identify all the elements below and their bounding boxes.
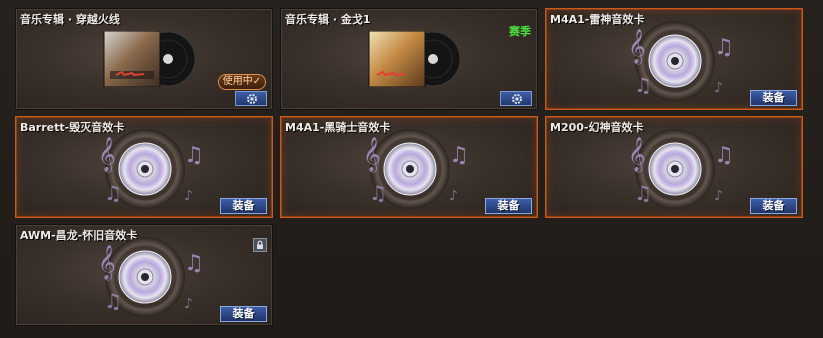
season-badge: 赛季 [509,25,531,38]
gear-icon [247,94,257,104]
music-disc-icon [626,20,736,102]
music-disc-icon [96,128,206,210]
album-cover-art [368,31,461,87]
music-disc-icon [361,128,471,210]
settings-button[interactable] [235,91,267,106]
sound-card-grid: 音乐专辑 · 穿越火线 使用中✓ 音乐专辑 · 金戈1 赛季 M4A1-雷神音效… [0,0,823,338]
card-title: 音乐专辑 · 穿越火线 [20,13,120,26]
settings-button[interactable] [500,91,532,106]
album-cover-art [103,31,196,87]
equip-button[interactable]: 装备 [750,90,797,106]
album-card-chuanyue[interactable]: 音乐专辑 · 穿越火线 使用中✓ [15,8,273,110]
equip-button[interactable]: 装备 [220,198,267,214]
music-disc-icon [626,128,736,210]
in-use-badge: 使用中✓ [218,74,266,90]
sound-card-m200-huanshen[interactable]: M200-幻神音效卡 装备 [545,116,803,218]
sound-card-m4a1-leishen[interactable]: M4A1-雷神音效卡 装备 [545,8,803,110]
gear-icon [512,94,522,104]
equip-button[interactable]: 装备 [220,306,267,322]
album-card-jinge[interactable]: 音乐专辑 · 金戈1 赛季 [280,8,538,110]
music-disc-icon [96,236,206,318]
lock-icon [253,238,267,252]
sound-card-awm-changlong[interactable]: AWM-昌龙-怀旧音效卡 装备 [15,224,273,326]
sound-card-m4a1-heiqishi[interactable]: M4A1-黑骑士音效卡 装备 [280,116,538,218]
card-title: 音乐专辑 · 金戈1 [285,13,371,26]
equip-button[interactable]: 装备 [750,198,797,214]
sound-card-barrett-huimie[interactable]: Barrett-毁灭音效卡 装备 [15,116,273,218]
equip-button[interactable]: 装备 [485,198,532,214]
